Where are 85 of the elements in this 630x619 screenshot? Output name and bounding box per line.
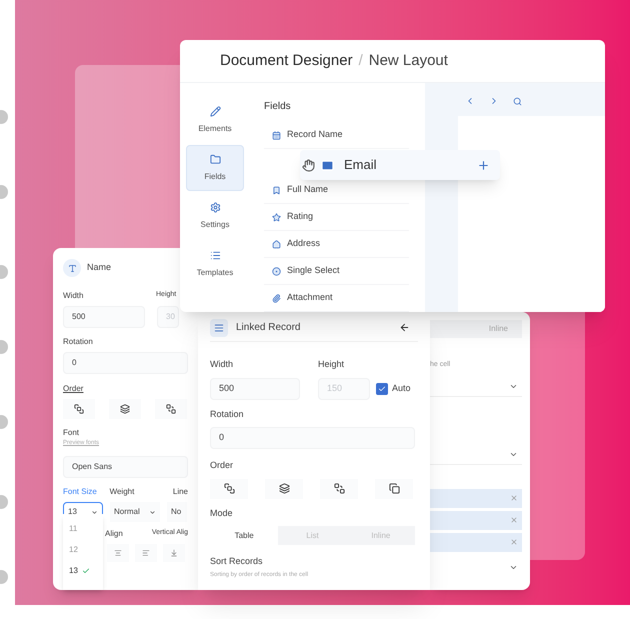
rotation-field[interactable]: 0 bbox=[63, 352, 188, 374]
text-icon bbox=[63, 259, 81, 277]
field-label: Email bbox=[344, 156, 378, 174]
dragged-field[interactable]: Email bbox=[300, 150, 500, 180]
caret-icon bbox=[149, 508, 156, 516]
align-center-icon bbox=[114, 549, 122, 557]
line-select[interactable]: No bbox=[167, 502, 187, 522]
align-button[interactable] bbox=[163, 544, 185, 562]
field-label: Mode bbox=[210, 506, 234, 520]
field-label: Font Size bbox=[63, 486, 98, 498]
breadcrumb-separator: / bbox=[358, 50, 363, 71]
copy-icon bbox=[388, 483, 400, 494]
add-icon[interactable] bbox=[477, 158, 490, 172]
align-bottom-icon bbox=[170, 549, 178, 557]
layers-icon bbox=[120, 404, 130, 414]
field-item[interactable]: Single Select bbox=[264, 258, 409, 285]
send-to-back-icon bbox=[334, 483, 344, 494]
order-button[interactable] bbox=[375, 478, 413, 498]
remove-icon[interactable] bbox=[510, 494, 518, 502]
size-option[interactable]: 13 bbox=[63, 560, 103, 581]
search-icon[interactable] bbox=[513, 96, 522, 106]
field-label: Rotation bbox=[63, 336, 94, 348]
caret-icon bbox=[509, 563, 518, 572]
order-button[interactable] bbox=[210, 478, 248, 498]
bookmark-icon bbox=[272, 186, 281, 194]
send-to-back-icon bbox=[166, 404, 176, 414]
field-item[interactable]: Record Name bbox=[264, 122, 409, 149]
field-label: Align bbox=[105, 528, 124, 540]
sidebar-item[interactable]: Settings bbox=[186, 193, 244, 239]
field-label: Sort Records bbox=[210, 555, 264, 568]
order-button[interactable] bbox=[63, 399, 95, 419]
field-label: Rotation bbox=[210, 408, 245, 420]
font-field[interactable]: Open Sans bbox=[63, 456, 188, 478]
sidebar-item[interactable]: Templates bbox=[186, 241, 244, 287]
field-label: Font bbox=[63, 427, 80, 439]
layers-icon bbox=[278, 483, 290, 494]
star-icon bbox=[272, 212, 281, 222]
order-button[interactable] bbox=[155, 399, 187, 419]
layout-name: New Layout bbox=[368, 50, 448, 71]
checkbox-label: Auto bbox=[392, 382, 411, 395]
order-button[interactable] bbox=[320, 478, 358, 498]
back-arrow-icon[interactable] bbox=[399, 322, 410, 333]
field-item[interactable]: Attachment bbox=[264, 285, 409, 312]
checkbox[interactable] bbox=[376, 382, 388, 394]
list-icon bbox=[210, 318, 228, 336]
bring-to-front-icon bbox=[224, 483, 234, 494]
order-button[interactable] bbox=[265, 478, 303, 498]
width-field[interactable]: 500 bbox=[210, 378, 300, 400]
field-label: Order bbox=[210, 459, 234, 472]
remove-icon[interactable] bbox=[510, 538, 518, 546]
sidebar-item[interactable]: Elements bbox=[186, 97, 244, 143]
paperclip-icon bbox=[272, 294, 281, 302]
width-field[interactable]: 500 bbox=[63, 306, 145, 328]
field-label: Width bbox=[63, 290, 84, 302]
field-label: Width bbox=[210, 358, 234, 371]
section-heading: Fields bbox=[264, 100, 292, 114]
weight-select[interactable]: Normal bbox=[110, 502, 160, 522]
sidebar-item[interactable]: Fields bbox=[186, 145, 244, 191]
caret-icon bbox=[91, 508, 98, 516]
field-item[interactable]: Address bbox=[264, 231, 409, 258]
panel-title: Linked Record bbox=[236, 321, 302, 335]
window-title: Document Designer bbox=[220, 50, 353, 71]
panel-title: Name bbox=[87, 261, 112, 274]
home-icon bbox=[272, 240, 281, 248]
field-label: Weight bbox=[110, 486, 136, 498]
remove-icon[interactable] bbox=[510, 516, 518, 524]
align-button[interactable] bbox=[135, 544, 157, 562]
field-label: Line bbox=[172, 486, 188, 498]
mode-tab[interactable]: Table bbox=[210, 526, 278, 545]
field-item[interactable]: Rating bbox=[264, 204, 409, 231]
field-label: Height bbox=[318, 358, 344, 371]
align-left-icon bbox=[142, 549, 150, 557]
field-label: Order bbox=[63, 383, 84, 395]
rotation-field[interactable]: 0 bbox=[210, 427, 415, 449]
calendar-icon bbox=[272, 130, 281, 140]
align-button[interactable] bbox=[107, 544, 129, 562]
settings-icon bbox=[210, 202, 220, 212]
order-button[interactable] bbox=[109, 399, 141, 419]
folder-icon bbox=[210, 154, 220, 164]
bring-to-front-icon bbox=[74, 404, 84, 414]
hand-cursor-icon bbox=[302, 158, 315, 172]
check-icon bbox=[82, 566, 90, 574]
check-icon bbox=[378, 384, 386, 392]
pencil-icon bbox=[210, 106, 220, 116]
radio-icon bbox=[272, 266, 281, 276]
